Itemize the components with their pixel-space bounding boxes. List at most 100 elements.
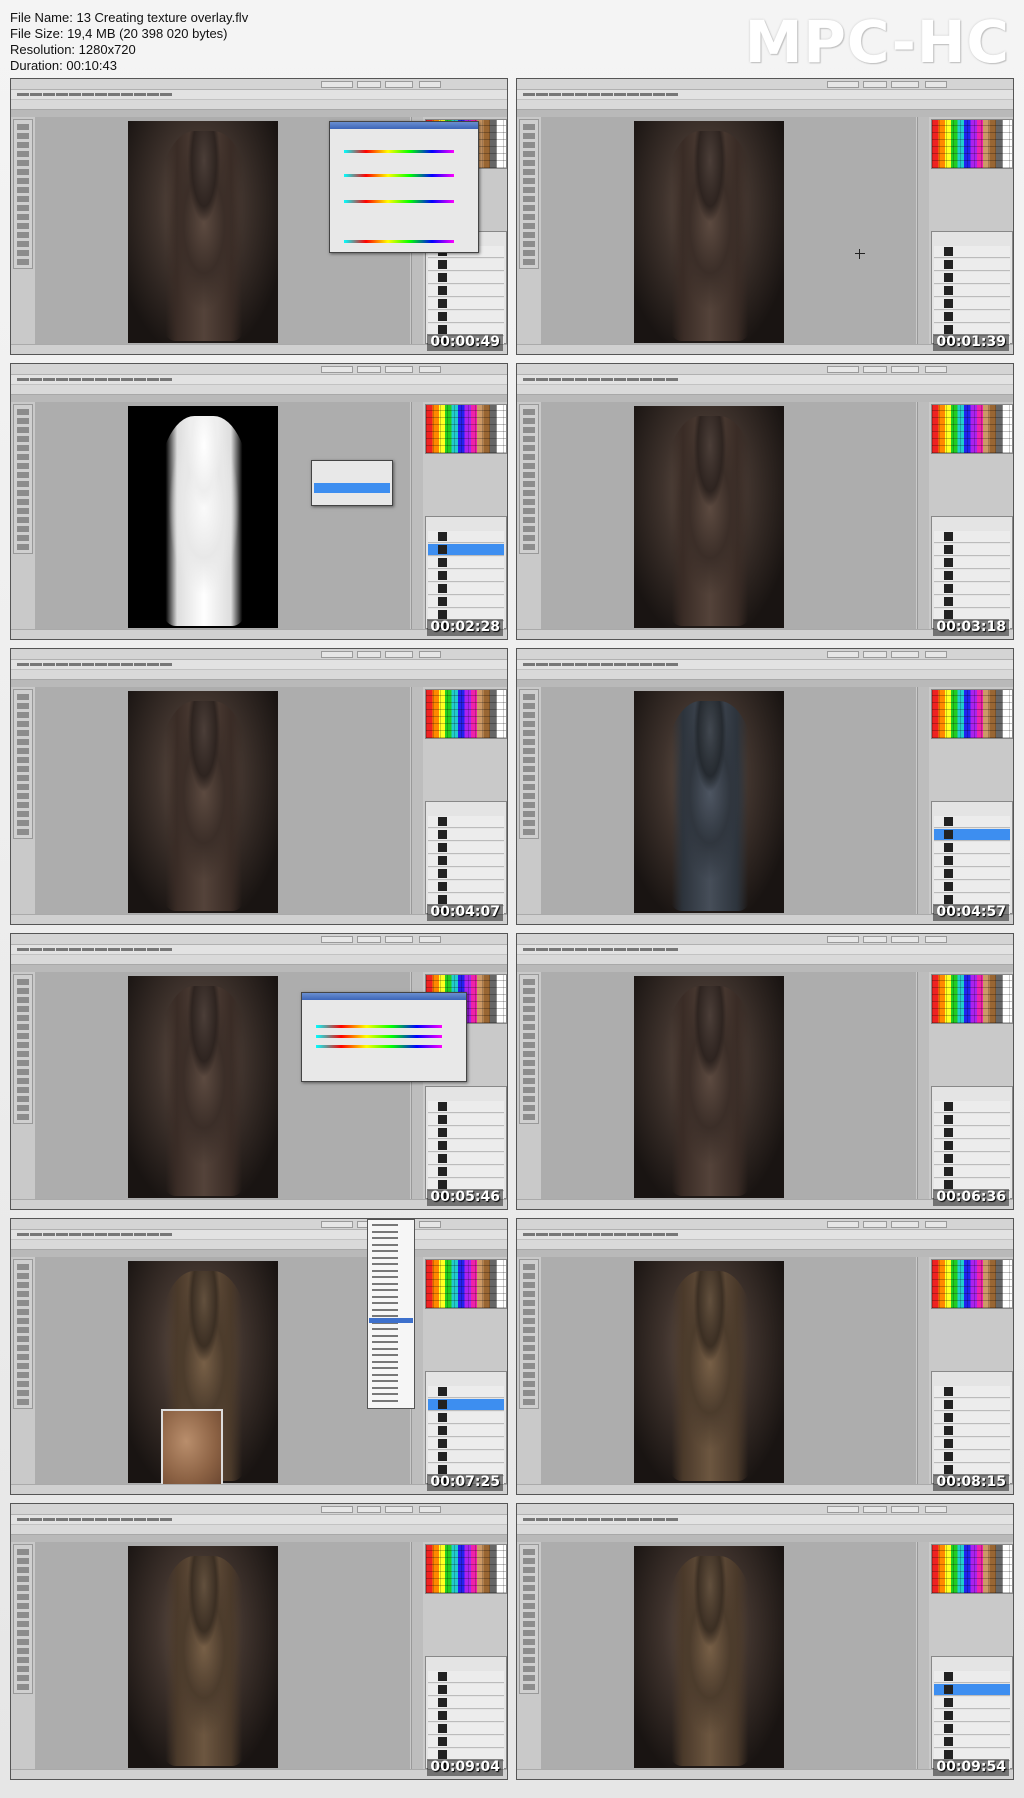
layer-row[interactable] <box>934 1451 1010 1463</box>
video-thumbnail[interactable]: 00:06:36 <box>516 933 1014 1210</box>
layer-row[interactable] <box>428 1684 504 1696</box>
layer-row[interactable] <box>428 1153 504 1165</box>
layer-row[interactable] <box>934 816 1010 828</box>
layer-row[interactable] <box>428 298 504 310</box>
layer-row[interactable] <box>428 544 504 556</box>
thumbnail-timestamp: 00:08:15 <box>933 1474 1009 1491</box>
swatches-panel <box>931 1259 1013 1309</box>
layer-row[interactable] <box>934 531 1010 543</box>
layer-row[interactable] <box>934 1684 1010 1696</box>
layers-panel <box>425 516 507 634</box>
layer-row[interactable] <box>428 1438 504 1450</box>
layer-row[interactable] <box>934 881 1010 893</box>
layer-row[interactable] <box>428 816 504 828</box>
video-thumbnail[interactable]: 00:08:15 <box>516 1218 1014 1495</box>
layer-row[interactable] <box>934 1412 1010 1424</box>
layer-row[interactable] <box>934 1101 1010 1113</box>
layer-row[interactable] <box>428 842 504 854</box>
layer-row[interactable] <box>934 259 1010 271</box>
layer-row[interactable] <box>428 259 504 271</box>
app-menu-bar <box>517 660 1013 669</box>
layer-row[interactable] <box>428 1671 504 1683</box>
layer-row[interactable] <box>934 311 1010 323</box>
layer-row[interactable] <box>934 583 1010 595</box>
layer-row[interactable] <box>934 1140 1010 1152</box>
layer-row[interactable] <box>428 1399 504 1411</box>
layer-row[interactable] <box>934 544 1010 556</box>
thumbnail-timestamp: 00:09:54 <box>933 1759 1009 1776</box>
toolbox <box>519 1259 539 1409</box>
layer-row[interactable] <box>428 881 504 893</box>
layer-row[interactable] <box>428 557 504 569</box>
video-thumbnail[interactable]: 00:05:46 <box>10 933 508 1210</box>
layer-row[interactable] <box>934 246 1010 258</box>
app-menu-bar <box>517 90 1013 99</box>
layer-row[interactable] <box>934 829 1010 841</box>
panel-dock <box>411 687 423 914</box>
video-thumbnail[interactable]: 00:03:18 <box>516 363 1014 640</box>
video-thumbnail[interactable]: 00:02:28 <box>10 363 508 640</box>
layer-row[interactable] <box>428 531 504 543</box>
layer-row[interactable] <box>428 583 504 595</box>
layer-row[interactable] <box>428 1114 504 1126</box>
creature-render <box>662 986 758 1196</box>
layer-row[interactable] <box>428 855 504 867</box>
layer-row[interactable] <box>934 868 1010 880</box>
layer-row[interactable] <box>428 1166 504 1178</box>
layer-row[interactable] <box>428 1451 504 1463</box>
layer-row[interactable] <box>934 1127 1010 1139</box>
layer-row[interactable] <box>934 272 1010 284</box>
layer-row[interactable] <box>934 557 1010 569</box>
layer-row[interactable] <box>428 829 504 841</box>
layer-row[interactable] <box>428 272 504 284</box>
video-thumbnail[interactable]: 00:09:54 <box>516 1503 1014 1780</box>
video-thumbnail[interactable]: 00:01:39 <box>516 78 1014 355</box>
layer-row[interactable] <box>428 1101 504 1113</box>
layer-row[interactable] <box>428 1127 504 1139</box>
layer-row[interactable] <box>428 1697 504 1709</box>
layer-row[interactable] <box>428 1386 504 1398</box>
layer-row[interactable] <box>934 1399 1010 1411</box>
options-bar <box>11 384 507 395</box>
layer-row[interactable] <box>934 1425 1010 1437</box>
layer-row[interactable] <box>428 285 504 297</box>
layer-row[interactable] <box>934 1386 1010 1398</box>
layer-row[interactable] <box>934 855 1010 867</box>
video-thumbnail[interactable]: 00:07:25 <box>10 1218 508 1495</box>
video-thumbnail[interactable]: 00:04:57 <box>516 648 1014 925</box>
swatches-panel <box>931 404 1013 454</box>
layer-row[interactable] <box>934 1671 1010 1683</box>
video-thumbnail[interactable]: 00:04:07 <box>10 648 508 925</box>
layer-row[interactable] <box>934 298 1010 310</box>
video-thumbnail[interactable]: 00:00:49 <box>10 78 508 355</box>
layer-row[interactable] <box>428 868 504 880</box>
app-menu-bar <box>517 1515 1013 1524</box>
layer-row[interactable] <box>428 1412 504 1424</box>
swatches-panel <box>425 404 507 454</box>
layer-row[interactable] <box>428 1140 504 1152</box>
layer-row[interactable] <box>934 1697 1010 1709</box>
layer-row[interactable] <box>934 1153 1010 1165</box>
layer-row[interactable] <box>934 570 1010 582</box>
layer-row[interactable] <box>934 285 1010 297</box>
layer-row[interactable] <box>428 1736 504 1748</box>
video-thumbnail[interactable]: 00:09:04 <box>10 1503 508 1780</box>
layer-row[interactable] <box>934 842 1010 854</box>
layer-row[interactable] <box>428 1723 504 1735</box>
layer-row[interactable] <box>428 570 504 582</box>
toolbox <box>519 1544 539 1694</box>
layer-row[interactable] <box>428 596 504 608</box>
layer-row[interactable] <box>934 596 1010 608</box>
file-info: File Name: 13 Creating texture overlay.f… <box>10 10 710 74</box>
layer-row[interactable] <box>934 1736 1010 1748</box>
layer-row[interactable] <box>428 1710 504 1722</box>
layer-row[interactable] <box>934 1166 1010 1178</box>
layer-row[interactable] <box>428 311 504 323</box>
layer-row[interactable] <box>934 1114 1010 1126</box>
layer-row[interactable] <box>934 1723 1010 1735</box>
document-tab <box>517 1250 1013 1257</box>
layer-row[interactable] <box>934 1438 1010 1450</box>
layer-row[interactable] <box>428 1425 504 1437</box>
blend-mode-menu[interactable] <box>367 1219 415 1409</box>
layer-row[interactable] <box>934 1710 1010 1722</box>
